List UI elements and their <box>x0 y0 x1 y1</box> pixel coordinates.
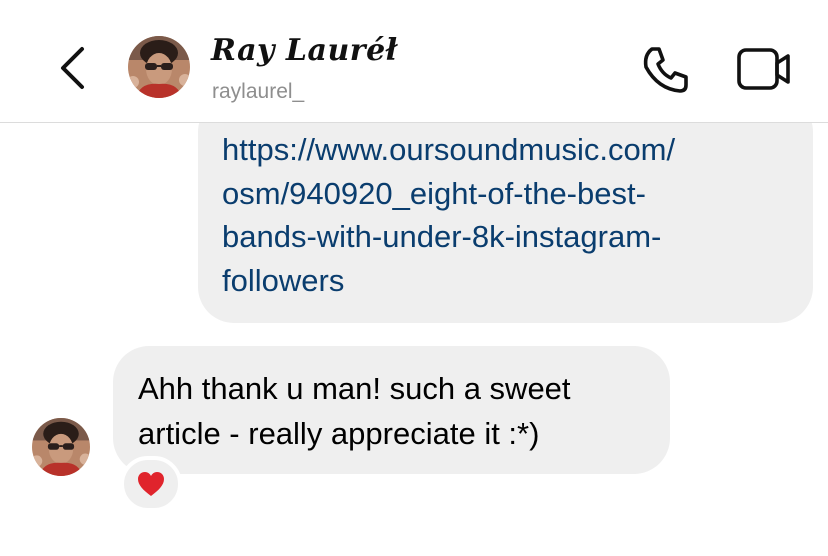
contact-username: raylaurel_ <box>212 80 305 103</box>
message-text-line: article - really appreciate it :*) <box>138 416 540 451</box>
message-reaction[interactable] <box>120 456 182 512</box>
shared-link-line[interactable]: https://www.oursoundmusic.com/ <box>222 128 789 172</box>
dm-thread-screen: Ray Lauréł raylaurel_ https://www.oursou… <box>0 0 828 556</box>
contact-display-name[interactable]: Ray Lauréł <box>211 33 398 68</box>
sender-avatar[interactable] <box>32 418 90 476</box>
shared-link-line[interactable]: followers <box>222 259 789 303</box>
received-message[interactable]: Ahh thank u man! such a sweet article - … <box>113 346 670 474</box>
message-text-line: Ahh thank u man! such a sweet <box>138 371 571 406</box>
conversation-header: Ray Lauréł raylaurel_ <box>0 0 828 123</box>
phone-icon <box>643 47 688 93</box>
back-button[interactable] <box>50 40 94 96</box>
avatar[interactable] <box>128 36 190 98</box>
voice-call-button[interactable] <box>638 43 692 97</box>
video-camera-icon <box>737 48 790 90</box>
video-call-button[interactable] <box>736 44 792 94</box>
red-heart-icon <box>138 472 164 496</box>
shared-link-message[interactable]: https://www.oursoundmusic.com/ osm/94092… <box>198 96 813 323</box>
chevron-left-icon <box>61 47 84 89</box>
shared-link-line[interactable]: bands-with-under-8k-instagram- <box>222 215 789 259</box>
shared-link-line[interactable]: osm/940920_eight-of-the-best- <box>222 172 789 216</box>
